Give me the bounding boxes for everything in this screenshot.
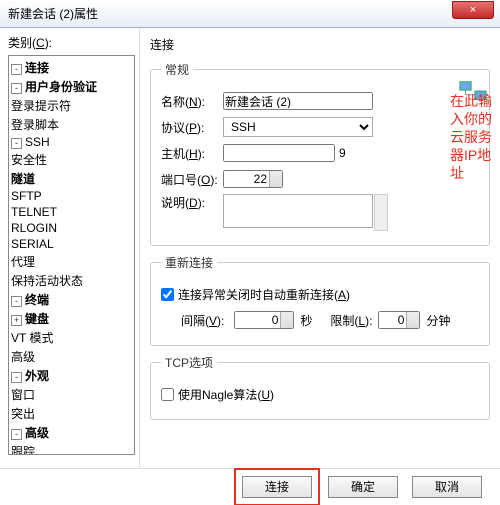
auto-reconnect-checkbox[interactable]	[161, 288, 174, 301]
limit-label: 限制(L):	[330, 312, 372, 329]
tree-item[interactable]: -连接	[11, 58, 132, 77]
reconnect-legend: 重新连接	[161, 254, 217, 271]
collapse-icon[interactable]: -	[11, 296, 22, 307]
host-label: 主机(H):	[161, 145, 223, 162]
tree-item-label: 用户身份验证	[25, 80, 97, 94]
tree-item-label: 登录脚本	[11, 118, 59, 132]
desc-input[interactable]	[223, 194, 373, 228]
host-suffix: 9	[339, 146, 346, 160]
tree-item-label: 安全性	[11, 153, 47, 167]
ok-button[interactable]: 确定	[328, 476, 398, 498]
tree-item[interactable]: 登录提示符	[11, 96, 132, 115]
tree-item[interactable]: 安全性	[11, 150, 132, 169]
tree-item[interactable]: RLOGIN	[11, 220, 132, 236]
port-label: 端口号(O):	[161, 171, 223, 188]
close-button[interactable]: ×	[452, 1, 494, 19]
scrollbar[interactable]	[374, 194, 388, 231]
tree-item-label: RLOGIN	[11, 221, 57, 235]
tree-item[interactable]: SERIAL	[11, 236, 132, 252]
general-group: 常规 名称(N): 协议(P): SSH 主机(H): 9 端口号(O): 说明…	[150, 61, 490, 246]
tree-item[interactable]: -SSH	[11, 134, 132, 150]
window-title: 新建会话 (2)属性	[8, 5, 452, 22]
expand-icon[interactable]: +	[11, 315, 22, 326]
tree-item[interactable]: 代理	[11, 252, 132, 271]
tree-item-label: 跟踪	[11, 445, 35, 455]
tree-item[interactable]: SFTP	[11, 188, 132, 204]
tree-item[interactable]: 突出	[11, 404, 132, 423]
collapse-icon[interactable]: -	[11, 372, 22, 383]
tree-item-label: SERIAL	[11, 237, 54, 251]
connect-button[interactable]: 连接	[242, 476, 312, 498]
tree-item[interactable]: 保持活动状态	[11, 271, 132, 290]
host-input[interactable]	[223, 144, 335, 162]
tree-item[interactable]: -终端	[11, 290, 132, 309]
protocol-label: 协议(P):	[161, 119, 223, 136]
general-legend: 常规	[161, 61, 193, 78]
tree-item[interactable]: -高级	[11, 423, 132, 442]
tcp-group: TCP选项 使用Nagle算法(U)	[150, 354, 490, 420]
cancel-button[interactable]: 取消	[412, 476, 482, 498]
tree-item-label: 键盘	[25, 312, 49, 326]
tree-item-label: TELNET	[11, 205, 57, 219]
footer: 连接 确定 取消	[0, 468, 500, 504]
titlebar: 新建会话 (2)属性 ×	[0, 0, 500, 28]
collapse-icon[interactable]: -	[11, 64, 22, 75]
auto-reconnect-label: 连接异常关闭时自动重新连接(A)	[178, 286, 350, 303]
tree-item-label: 保持活动状态	[11, 274, 83, 288]
collapse-icon[interactable]: -	[11, 83, 22, 94]
tree-item-label: 隧道	[11, 172, 35, 186]
tree-item[interactable]: +键盘	[11, 309, 132, 328]
tree-item-label: VT 模式	[11, 331, 53, 345]
tree-item[interactable]: TELNET	[11, 204, 132, 220]
tree-item-label: 外观	[25, 369, 49, 383]
tree-item-label: 终端	[25, 293, 49, 307]
tree-item-label: 登录提示符	[11, 99, 71, 113]
connect-highlight: 连接	[240, 474, 314, 500]
collapse-icon[interactable]: -	[11, 138, 22, 149]
category-label: 类别(C):	[8, 34, 135, 51]
tree-item-label: SSH	[25, 135, 50, 149]
tree-item[interactable]: 跟踪	[11, 442, 132, 455]
protocol-select[interactable]: SSH	[223, 117, 373, 137]
left-panel: 类别(C): -连接-用户身份验证登录提示符登录脚本-SSH安全性隧道SFTPT…	[0, 28, 140, 468]
tree-item-label: 突出	[11, 407, 35, 421]
tree-item[interactable]: 高级	[11, 347, 132, 366]
desc-label: 说明(D):	[161, 194, 223, 211]
port-input[interactable]	[223, 170, 283, 188]
tree-item[interactable]: 登录脚本	[11, 115, 132, 134]
tree-item-label: 连接	[25, 61, 49, 75]
tree-item-label: 高级	[25, 426, 49, 440]
collapse-icon[interactable]: -	[11, 429, 22, 440]
name-label: 名称(N):	[161, 93, 223, 110]
tree-item-label: 代理	[11, 255, 35, 269]
tree-item[interactable]: -外观	[11, 366, 132, 385]
tcp-legend: TCP选项	[161, 354, 217, 371]
tree-item[interactable]: 窗口	[11, 385, 132, 404]
category-tree[interactable]: -连接-用户身份验证登录提示符登录脚本-SSH安全性隧道SFTPTELNETRL…	[8, 55, 135, 455]
limit-unit: 分钟	[426, 312, 450, 329]
limit-input[interactable]	[378, 311, 420, 329]
right-panel: 连接 常规 名称(N): 协议(P): SSH 主机(H): 9 端口号(O):	[140, 28, 500, 468]
interval-unit: 秒	[300, 312, 312, 329]
name-input[interactable]	[223, 92, 373, 110]
annotation-text: 在此输入你的云服务器IP地址	[450, 92, 500, 182]
nagle-label: 使用Nagle算法(U)	[178, 386, 274, 403]
tree-item[interactable]: 隧道	[11, 169, 132, 188]
interval-input[interactable]	[234, 311, 294, 329]
tree-item-label: 高级	[11, 350, 35, 364]
interval-label: 间隔(V):	[181, 312, 224, 329]
tree-item[interactable]: -用户身份验证	[11, 77, 132, 96]
tree-item-label: 窗口	[11, 388, 35, 402]
tree-item[interactable]: VT 模式	[11, 328, 132, 347]
page-heading: 连接	[150, 36, 490, 53]
reconnect-group: 重新连接 连接异常关闭时自动重新连接(A) 间隔(V): 秒 限制(L): 分钟	[150, 254, 490, 346]
tree-item-label: SFTP	[11, 189, 42, 203]
nagle-checkbox[interactable]	[161, 388, 174, 401]
